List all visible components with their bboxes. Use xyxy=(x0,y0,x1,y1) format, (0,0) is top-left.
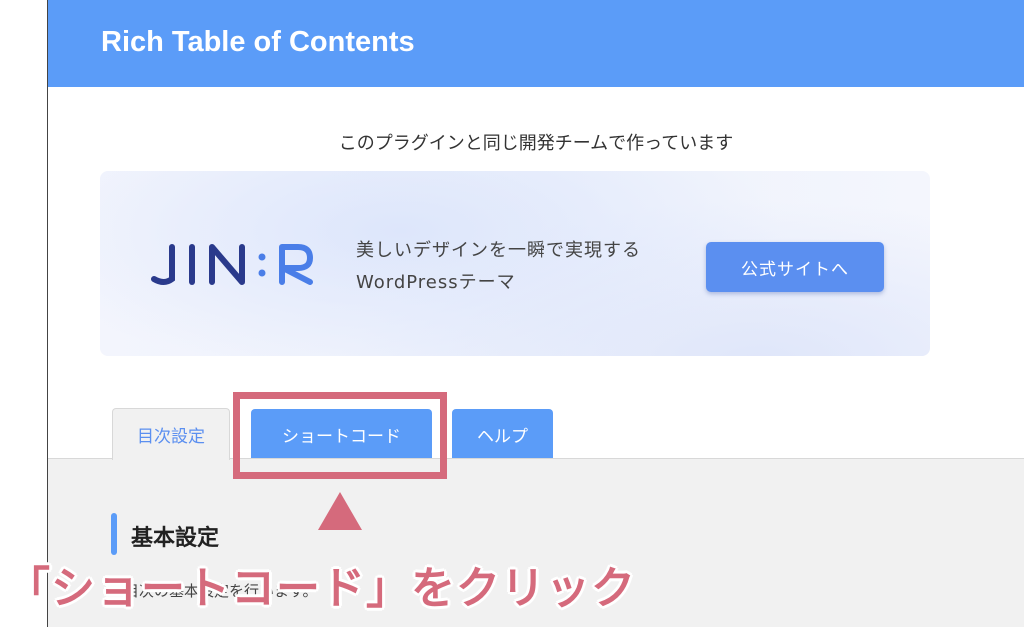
official-site-button[interactable]: 公式サイトへ xyxy=(706,242,884,292)
pointer-arrow-icon xyxy=(318,492,362,530)
instruction-caption: 「ショートコード」をクリック xyxy=(6,563,636,614)
tagline-line-2: WordPressテーマ xyxy=(356,272,516,293)
section-accent-bar xyxy=(111,513,117,555)
screenshot-root: Rich Table of Contents このプラグインと同じ開発チームで作… xyxy=(0,0,1024,627)
section-title: 基本設定 xyxy=(131,526,220,551)
jinr-logo xyxy=(151,244,313,285)
page-title: Rich Table of Contents xyxy=(101,26,415,58)
tagline-line-1: 美しいデザインを一瞬で実現する xyxy=(356,240,641,261)
promo-banner[interactable]: 美しいデザインを一瞬で実現する WordPressテーマ 公式サイトへ xyxy=(100,171,930,356)
plugin-header: Rich Table of Contents xyxy=(48,0,1024,87)
highlight-frame xyxy=(233,392,447,479)
tab-toc-settings[interactable]: 目次設定 xyxy=(112,408,230,460)
tab-help[interactable]: ヘルプ xyxy=(452,409,553,459)
promo-tagline: 美しいデザインを一瞬で実現する WordPressテーマ xyxy=(356,235,641,299)
made-by-notice: このプラグインと同じ開発チームで作っています xyxy=(338,133,734,154)
